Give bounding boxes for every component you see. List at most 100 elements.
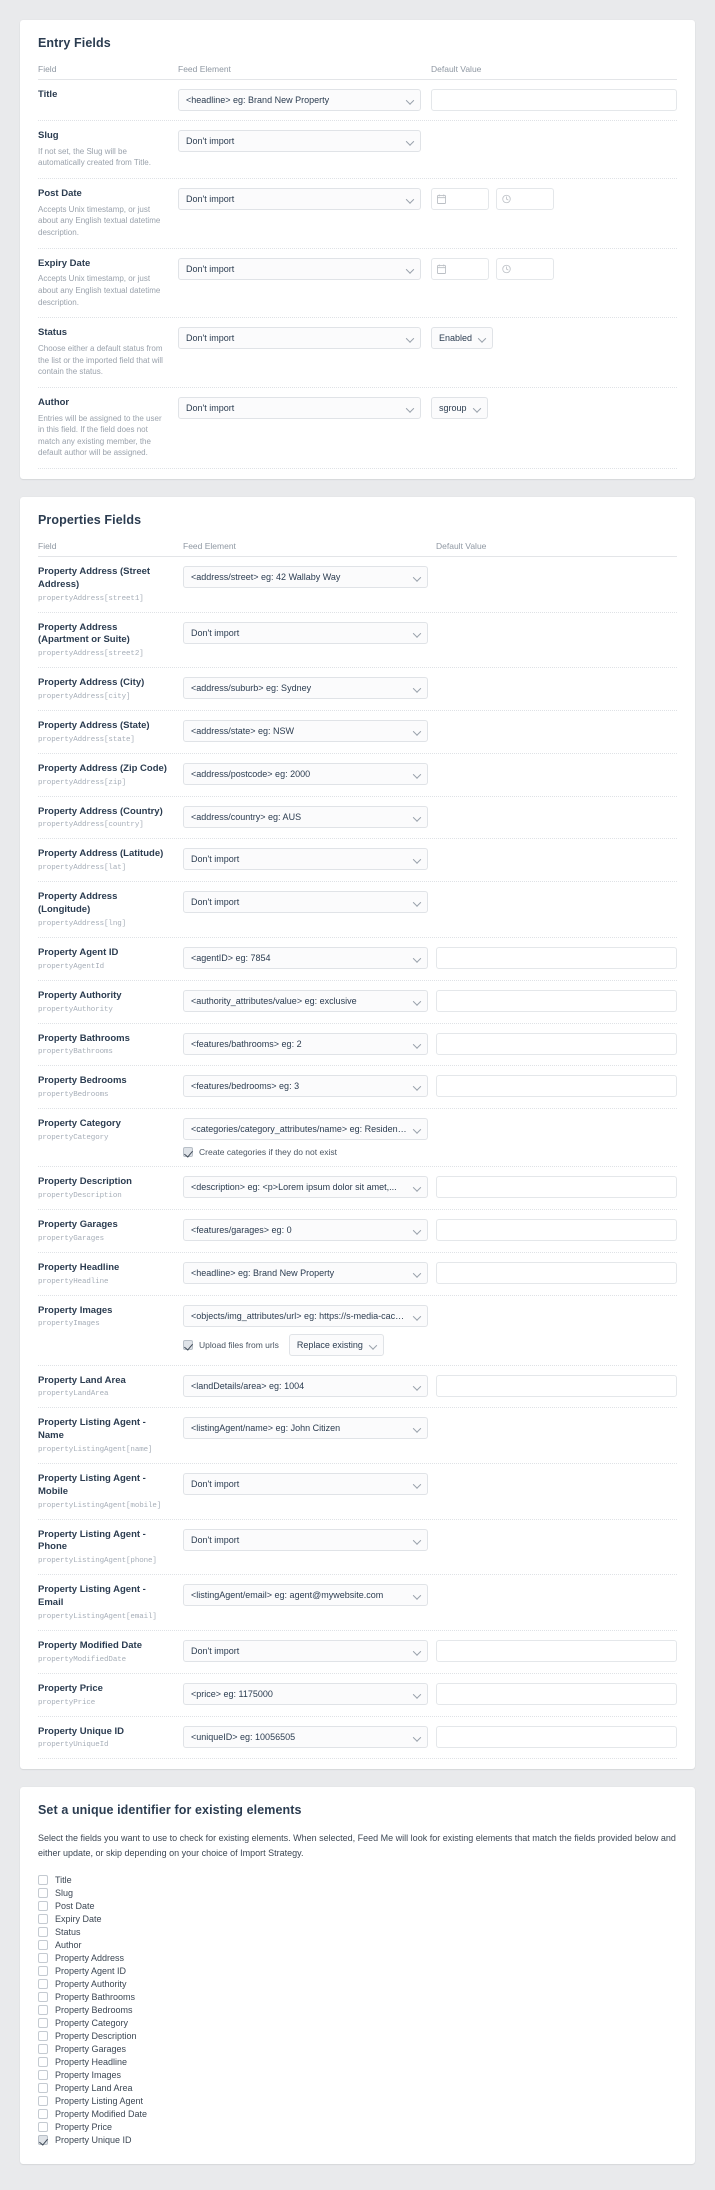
unique-option-checkbox[interactable] [38,1913,48,1924]
default-value-input[interactable] [431,89,677,111]
unique-option-checkbox[interactable] [38,1939,48,1950]
default-time-input[interactable] [496,188,554,210]
feed-element-select[interactable]: Don't import [178,327,421,350]
unique-option-checkbox[interactable] [38,1900,48,1911]
unique-option-checkbox[interactable] [38,2082,48,2093]
unique-option-checkbox[interactable] [38,1887,48,1898]
sub-option-checkbox[interactable] [183,1339,193,1350]
default-value-input[interactable] [436,989,677,1012]
list-item[interactable]: Property Bedrooms [38,2003,677,2016]
list-item[interactable]: Property Land Area [38,2081,677,2094]
list-item[interactable]: Post Date [38,1899,677,1912]
default-value-input[interactable] [436,946,677,969]
feed-element-select[interactable]: <objects/img_attributes/url> eg: https:/… [183,1304,428,1327]
feed-element-select[interactable]: <address/country> eg: AUS [183,805,428,828]
list-item[interactable]: Title [38,1873,677,1886]
feed-element-select[interactable]: <categories/category_attributes/name> eg… [183,1118,428,1141]
feed-element-select[interactable]: Don't import [178,188,421,210]
unique-option-checkbox[interactable] [38,2017,48,2028]
feed-element-select[interactable]: <features/bedrooms> eg: 3 [183,1075,428,1098]
list-item[interactable]: Property Bathrooms [38,1990,677,2003]
list-item[interactable]: Status [38,1925,677,1938]
default-value-input[interactable] [436,1261,677,1284]
unique-option-checkbox[interactable] [38,2030,48,2041]
default-date-input[interactable] [431,188,489,210]
default-time-input[interactable] [496,257,554,280]
feed-element-select[interactable]: <features/bathrooms> eg: 2 [183,1032,428,1055]
field-cell: Property Bathrooms propertyBathrooms [38,1033,178,1057]
list-item[interactable]: Property Unique ID [38,2133,677,2146]
list-item[interactable]: Property Price [38,2120,677,2133]
list-item[interactable]: Property Agent ID [38,1964,677,1977]
list-item[interactable]: Property Address [38,1951,677,1964]
default-value-input[interactable] [436,1682,677,1705]
feed-element-select[interactable]: <address/street> eg: 42 Wallaby Way [183,565,428,588]
default-value-input[interactable] [436,1374,677,1397]
unique-option-checkbox[interactable] [38,1991,48,2002]
feed-element-select[interactable]: Don't import [183,621,428,644]
feed-element-select[interactable]: <headline> eg: Brand New Property [183,1261,428,1284]
feed-element-select[interactable]: Don't import [178,130,421,152]
unique-option-checkbox[interactable] [38,2121,48,2132]
list-item[interactable]: Property Garages [38,2042,677,2055]
unique-option-checkbox[interactable] [38,2095,48,2106]
feed-element-select[interactable]: <features/garages> eg: 0 [183,1218,428,1241]
unique-option-checkbox[interactable] [38,1952,48,1963]
list-item[interactable]: Property Description [38,2029,677,2042]
feed-element-select[interactable]: <listingAgent/email> eg: agent@mywebsite… [183,1584,428,1607]
default-value-input[interactable] [436,1639,677,1662]
default-value-select[interactable]: Enabled [431,327,494,350]
default-value-input[interactable] [436,1725,677,1748]
unique-option-checkbox[interactable] [38,2056,48,2067]
feed-element-select[interactable]: Don't import [183,1639,428,1662]
unique-option-checkbox[interactable] [38,2043,48,2054]
feed-element-select[interactable]: <agentID> eg: 7854 [183,946,428,969]
unique-option-checkbox[interactable] [38,1874,48,1885]
list-item[interactable]: Author [38,1938,677,1951]
feed-element-select[interactable]: <address/state> eg: NSW [183,720,428,743]
feed-element-select[interactable]: <price> eg: 1175000 [183,1682,428,1705]
default-date-input[interactable] [431,257,489,280]
unique-option-checkbox[interactable] [38,2108,48,2119]
feed-element-select[interactable]: <uniqueID> eg: 10056505 [183,1725,428,1748]
list-item[interactable]: Property Headline [38,2055,677,2068]
feed-element-select[interactable]: Don't import [183,891,428,914]
default-value-input[interactable] [436,1176,677,1199]
feed-element-select[interactable]: <listingAgent/name> eg: John Citizen [183,1417,428,1440]
feed-element-select[interactable]: Don't import [183,848,428,871]
feed-element-select[interactable]: <description> eg: <p>Lorem ipsum dolor s… [183,1176,428,1199]
unique-option-checkbox[interactable] [38,1965,48,1976]
default-value-input[interactable] [436,1032,677,1055]
feed-element-select[interactable]: <address/postcode> eg: 2000 [183,762,428,785]
feed-element-select[interactable]: Don't import [178,396,421,419]
list-item[interactable]: Property Authority [38,1977,677,1990]
field-label: Property Unique ID [38,1725,125,1737]
list-item[interactable]: Property Images [38,2068,677,2081]
default-column-cell [421,257,677,280]
default-value-input[interactable] [436,1218,677,1241]
field-description: Entries will be assigned to the user in … [38,413,162,458]
field-label: Property Address (Country) [38,805,163,817]
list-item[interactable]: Expiry Date [38,1912,677,1925]
feed-element-select[interactable]: <headline> eg: Brand New Property [178,89,421,111]
feed-element-select[interactable]: Don't import [183,1528,428,1551]
feed-element-select[interactable]: Don't import [183,1473,428,1496]
list-item[interactable]: Property Listing Agent [38,2094,677,2107]
list-item[interactable]: Slug [38,1886,677,1899]
feed-element-select[interactable]: <landDetails/area> eg: 1004 [183,1374,428,1397]
field-label: Property Modified Date [38,1639,142,1651]
default-value-select[interactable]: sgroup [431,396,488,419]
unique-option-checkbox[interactable] [38,1978,48,1989]
unique-option-checkbox[interactable] [38,2069,48,2080]
feed-element-select[interactable]: Don't import [178,257,421,280]
unique-option-checkbox[interactable] [38,2134,48,2145]
list-item[interactable]: Property Category [38,2016,677,2029]
list-item[interactable]: Property Modified Date [38,2107,677,2120]
feed-element-select[interactable]: <authority_attributes/value> eg: exclusi… [183,989,428,1012]
feed-element-select[interactable]: <address/suburb> eg: Sydney [183,677,428,700]
sub-option-select[interactable]: Replace existing [288,1333,384,1356]
unique-option-checkbox[interactable] [38,2004,48,2015]
sub-option-checkbox[interactable] [183,1147,193,1158]
unique-option-checkbox[interactable] [38,1926,48,1937]
default-value-input[interactable] [436,1075,677,1098]
